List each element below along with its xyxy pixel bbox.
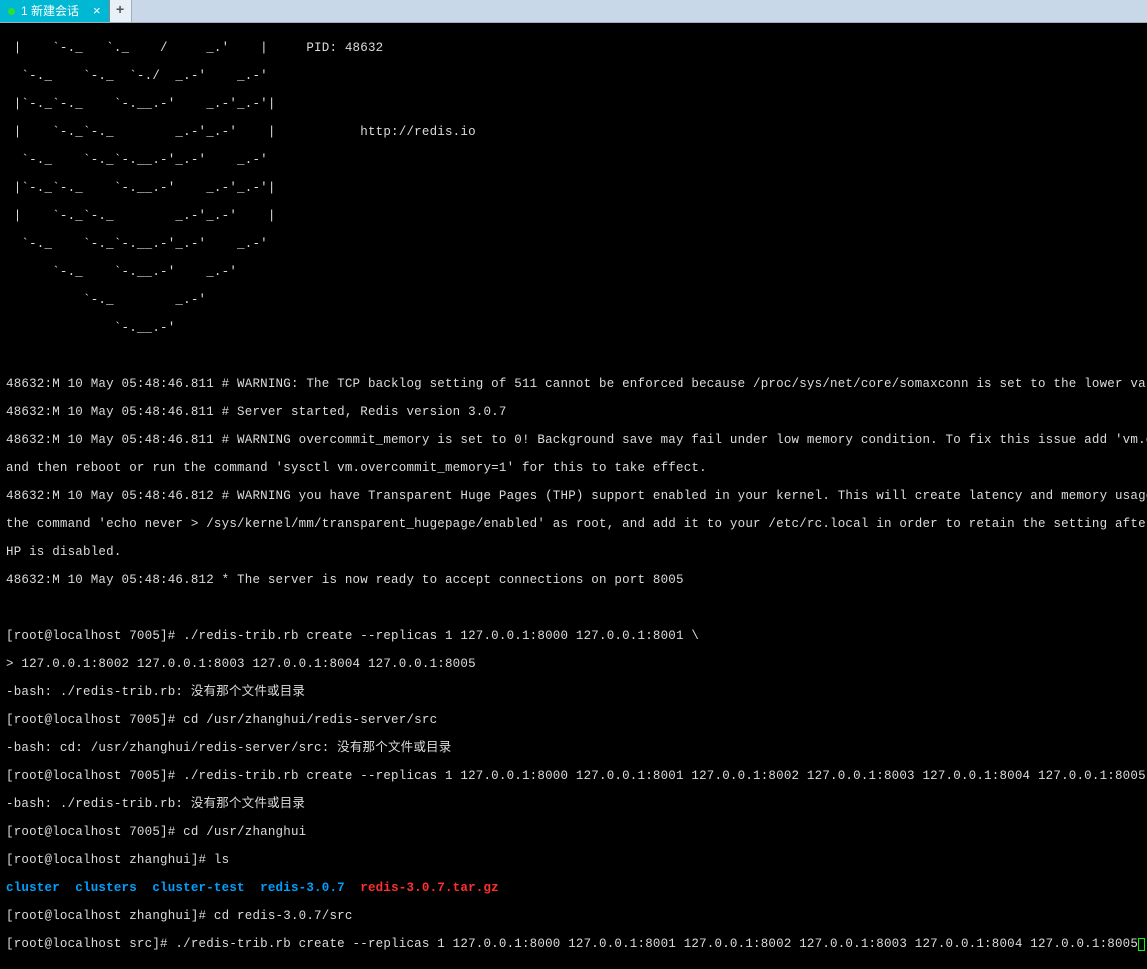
cursor-icon	[1138, 938, 1145, 951]
terminal-output[interactable]: | `-._ `._ / _.' | PID: 48632 `-._ `-._ …	[0, 23, 1147, 969]
status-dot-icon	[8, 8, 15, 15]
cmd-line: -bash: cd: /usr/zhanghui/redis-server/sr…	[6, 741, 1141, 755]
cmd-line: [root@localhost 7005]# ./redis-trib.rb c…	[6, 629, 1141, 643]
cmd-line: > 127.0.0.1:8002 127.0.0.1:8003 127.0.0.…	[6, 657, 1141, 671]
cmd-line: -bash: ./redis-trib.rb: 没有那个文件或目录	[6, 797, 1141, 811]
session-tab[interactable]: 1 新建会话 ×	[0, 0, 110, 22]
ascii-line: `-._ `-._`-.__.-'_.-' _.-'	[6, 153, 1141, 167]
cmd-line: [root@localhost 7005]# cd /usr/zhanghui/…	[6, 713, 1141, 727]
ls-archive: redis-3.0.7.tar.gz	[345, 881, 499, 895]
new-tab-button[interactable]: +	[110, 0, 132, 22]
ascii-line: `-._ _.-'	[6, 293, 1141, 307]
ls-dir: cluster clusters cluster-test redis-3.0.…	[6, 881, 345, 895]
ascii-line: | `-._`-._ _.-'_.-' |	[6, 209, 1141, 223]
cmd-line: -bash: ./redis-trib.rb: 没有那个文件或目录	[6, 685, 1141, 699]
ascii-line: |`-._`-._ `-.__.-' _.-'_.-'|	[6, 181, 1141, 195]
log-line: the command 'echo never > /sys/kernel/mm…	[6, 517, 1141, 531]
log-line: 48632:M 10 May 05:48:46.812 # WARNING yo…	[6, 489, 1141, 503]
cmd-line: [root@localhost zhanghui]# cd redis-3.0.…	[6, 909, 1141, 923]
ls-output: cluster clusters cluster-test redis-3.0.…	[6, 881, 1141, 895]
tab-label: 1 新建会话	[21, 4, 79, 18]
ascii-line: |`-._`-._ `-.__.-' _.-'_.-'|	[6, 97, 1141, 111]
ascii-line: `-._ `-.__.-' _.-'	[6, 265, 1141, 279]
ascii-line: | `-._ `._ / _.' | PID: 48632	[6, 41, 1141, 55]
log-line: 48632:M 10 May 05:48:46.811 # WARNING ov…	[6, 433, 1141, 447]
ascii-line: `-._ `-._`-.__.-'_.-' _.-'	[6, 237, 1141, 251]
log-line: and then reboot or run the command 'sysc…	[6, 461, 1141, 475]
cmd-line: [root@localhost zhanghui]# ls	[6, 853, 1141, 867]
cmd-line: [root@localhost 7005]# cd /usr/zhanghui	[6, 825, 1141, 839]
cmd-line: [root@localhost 7005]# ./redis-trib.rb c…	[6, 769, 1141, 783]
cmd-current: [root@localhost src]# ./redis-trib.rb cr…	[6, 937, 1141, 951]
tab-bar: 1 新建会话 × +	[0, 0, 1147, 23]
close-icon[interactable]: ×	[93, 4, 101, 18]
log-line: 48632:M 10 May 05:48:46.811 # Server sta…	[6, 405, 1141, 419]
ascii-line: `-._ `-._ `-./ _.-' _.-'	[6, 69, 1141, 83]
log-line: 48632:M 10 May 05:48:46.811 # WARNING: T…	[6, 377, 1141, 391]
ascii-line: `-.__.-'	[6, 321, 1141, 335]
log-line: HP is disabled.	[6, 545, 1141, 559]
ascii-line: | `-._`-._ _.-'_.-' | http://redis.io	[6, 125, 1141, 139]
log-line: 48632:M 10 May 05:48:46.812 * The server…	[6, 573, 1141, 587]
